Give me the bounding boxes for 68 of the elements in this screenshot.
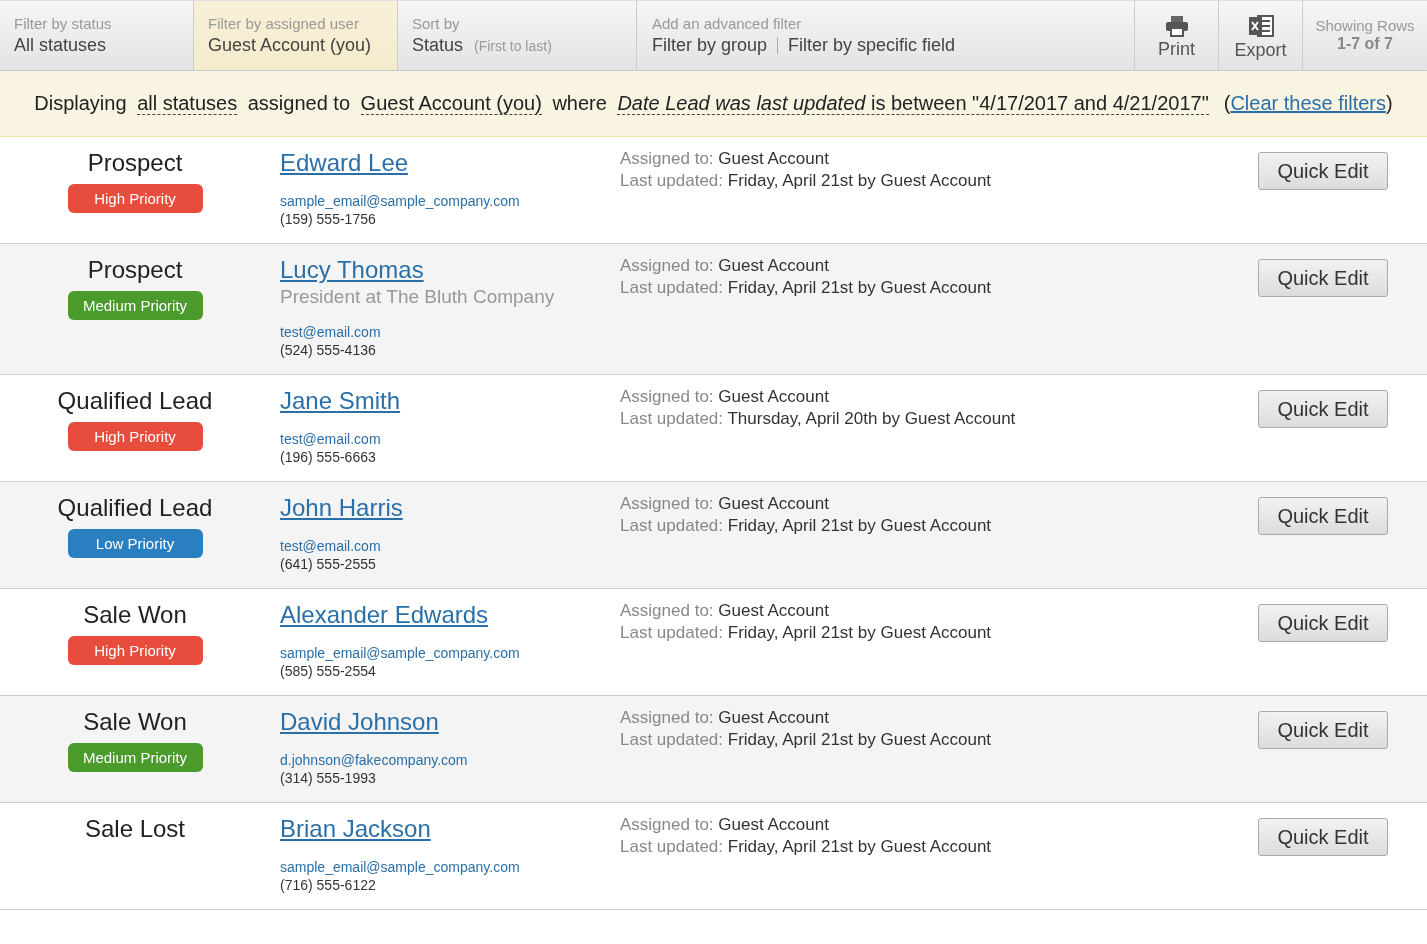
quick-edit-button[interactable]: Quick Edit [1258,390,1388,428]
last-updated-text: Last updated: Friday, April 21st by Guest Account [620,516,993,536]
lead-name-link[interactable]: David Johnson [280,708,439,736]
filter-tab[interactable]: Filter by assigned user Guest Account (you) [194,1,398,70]
priority-badge: High Priority [67,184,203,213]
email-link[interactable]: test@email.com [280,431,381,447]
phone-number: (716) 555-6122 [280,877,377,893]
priority-badge: High Priority [67,636,203,665]
lead-status: Sale Won [83,601,187,629]
phone-number: (585) 555-2554 [280,663,377,679]
lead-title: President at The Bluth Company [280,286,556,308]
quick-edit-button[interactable]: Quick Edit [1258,259,1388,297]
quick-edit-button[interactable]: Quick Edit [1258,818,1388,856]
lead-name-link[interactable]: Lucy Thomas [280,256,424,284]
quick-edit-button[interactable]: Quick Edit [1258,497,1388,535]
assigned-to-text: Assigned to: Guest Account [620,387,830,407]
assigned-to-text: Assigned to: Guest Account [620,494,830,514]
export-button[interactable]: Export [1219,1,1303,70]
lead-status: Sale Lost [84,815,186,843]
advanced-filter-label: Add an advanced filter [652,15,803,32]
email-link[interactable]: d.johnson@fakecompany.com [280,752,468,768]
last-updated-text: Last updated: Friday, April 21st by Guest Account [620,837,993,857]
phone-number: (524) 555-4136 [280,342,377,358]
phone-number: (196) 555-6663 [280,449,377,465]
lead-status: Qualified Lead [57,387,213,415]
row-count: 1-7 of 7 [1337,35,1393,53]
last-updated-text: Last updated: Friday, April 21st by Guest Account [620,278,993,298]
phone-number: (159) 555-1756 [280,211,377,227]
assigned-to-text: Assigned to: Guest Account [620,256,830,276]
quick-edit-button[interactable]: Quick Edit [1258,152,1388,190]
lead-name-link[interactable]: Edward Lee [280,149,409,177]
lead-name-link[interactable]: Alexander Edwards [280,601,489,629]
filter-summary: Displaying all statuses assigned to Guest Account (you) where Date Lead was last updated is between "4/17/2017 and 4/21/2017" (Clear these filters) [34,92,1393,115]
email-link[interactable]: test@email.com [280,324,381,340]
filter-tab[interactable]: Sort by Status (First to last) [398,1,637,70]
priority-badge: Medium Priority [67,743,203,772]
last-updated-text: Last updated: Friday, April 21st by Guest Account [620,623,993,643]
printer-icon [1164,15,1189,37]
phone-number: (314) 555-1993 [280,770,377,786]
lead-status: Prospect [87,149,183,177]
priority-badge: Low Priority [67,529,203,558]
filter-link[interactable]: Filter by specific field [788,35,956,56]
row-count-label: Showing Rows [1315,17,1415,34]
assigned-to-text: Assigned to: Guest Account [620,815,830,835]
priority-badge: High Priority [67,422,203,451]
last-updated-text: Last updated: Thursday, April 20th by Guest Account [620,409,1017,429]
email-link[interactable]: sample_email@sample_company.com [280,859,520,875]
lead-name-link[interactable]: Jane Smith [280,387,401,415]
assigned-to-text: Assigned to: Guest Account [620,708,830,728]
email-link[interactable]: sample_email@sample_company.com [280,193,520,209]
last-updated-text: Last updated: Friday, April 21st by Guest Account [620,171,993,191]
priority-badge: Medium Priority [67,291,203,320]
assigned-to-text: Assigned to: Guest Account [620,149,830,169]
email-link[interactable]: test@email.com [280,538,381,554]
assigned-to-text: Assigned to: Guest Account [620,601,830,621]
quick-edit-button[interactable]: Quick Edit [1258,711,1388,749]
lead-status: Qualified Lead [57,494,213,522]
lead-name-link[interactable]: Brian Jackson [280,815,431,843]
lead-status: Prospect [87,256,183,284]
lead-status: Sale Won [83,708,187,736]
email-link[interactable]: sample_email@sample_company.com [280,645,520,661]
quick-edit-button[interactable]: Quick Edit [1258,604,1388,642]
last-updated-text: Last updated: Friday, April 21st by Guest Account [620,730,993,750]
filter-link[interactable]: Filter by group [652,35,768,56]
spreadsheet-icon [1247,14,1274,38]
lead-name-link[interactable]: John Harris [280,494,403,522]
print-button[interactable]: Print [1135,1,1219,70]
phone-number: (641) 555-2555 [280,556,377,572]
